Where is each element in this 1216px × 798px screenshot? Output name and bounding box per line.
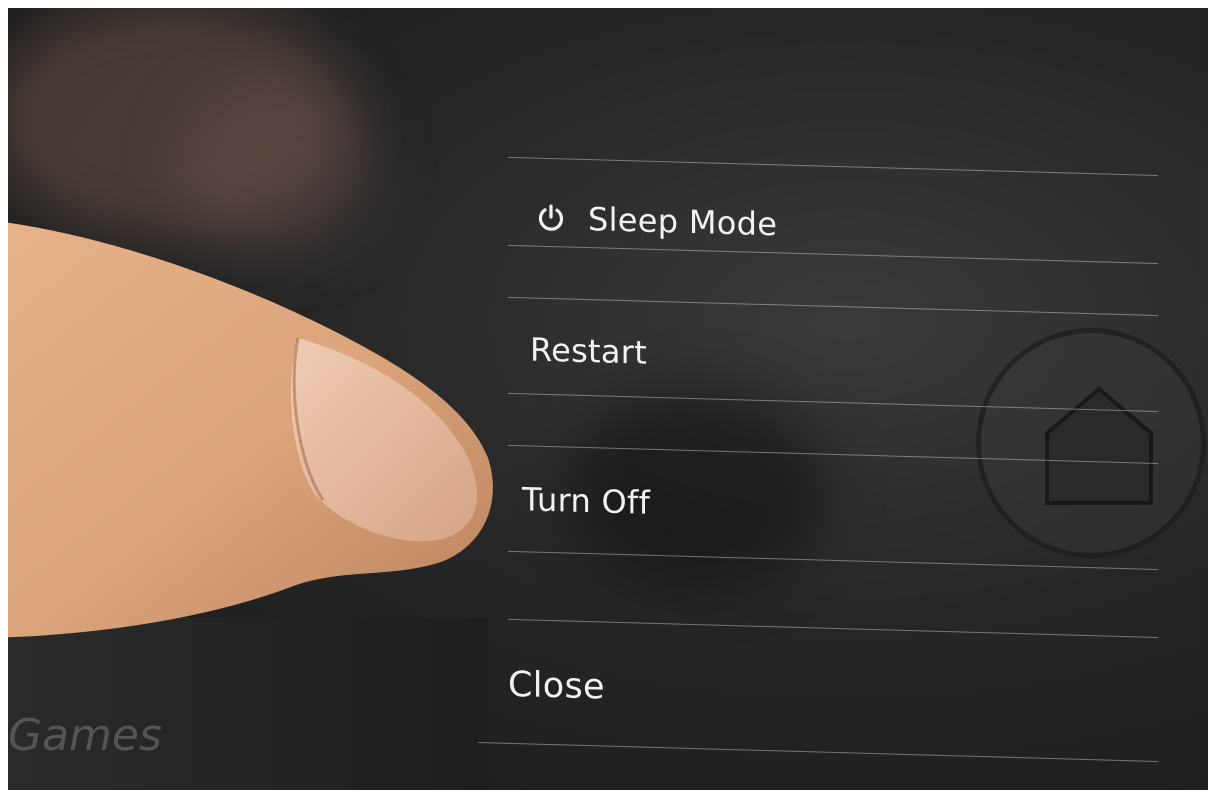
- background-reflection: [178, 78, 378, 258]
- power-menu: Sleep Mode Restart Turn Off Close: [478, 148, 1178, 790]
- menu-item-turn-off[interactable]: Turn Off: [522, 449, 1178, 567]
- power-icon: [538, 204, 564, 231]
- finger-photo: [8, 222, 493, 638]
- device-screen: Games Sleep Mode Restart Turn Off Close: [8, 8, 1208, 790]
- menu-item-restart[interactable]: Restart: [530, 299, 1178, 417]
- background-reflection: [8, 8, 348, 238]
- menu-item-label: Sleep Mode: [588, 200, 778, 244]
- menu-divider: [508, 618, 1158, 638]
- games-label: Games: [8, 710, 162, 761]
- menu-item-close[interactable]: Close: [508, 635, 1178, 754]
- menu-item-label: Close: [508, 664, 605, 708]
- menu-item-sleep-mode[interactable]: Sleep Mode: [536, 168, 1178, 286]
- menu-item-label: Restart: [530, 330, 648, 372]
- menu-item-label: Turn Off: [522, 480, 651, 522]
- games-tile[interactable]: [8, 618, 488, 790]
